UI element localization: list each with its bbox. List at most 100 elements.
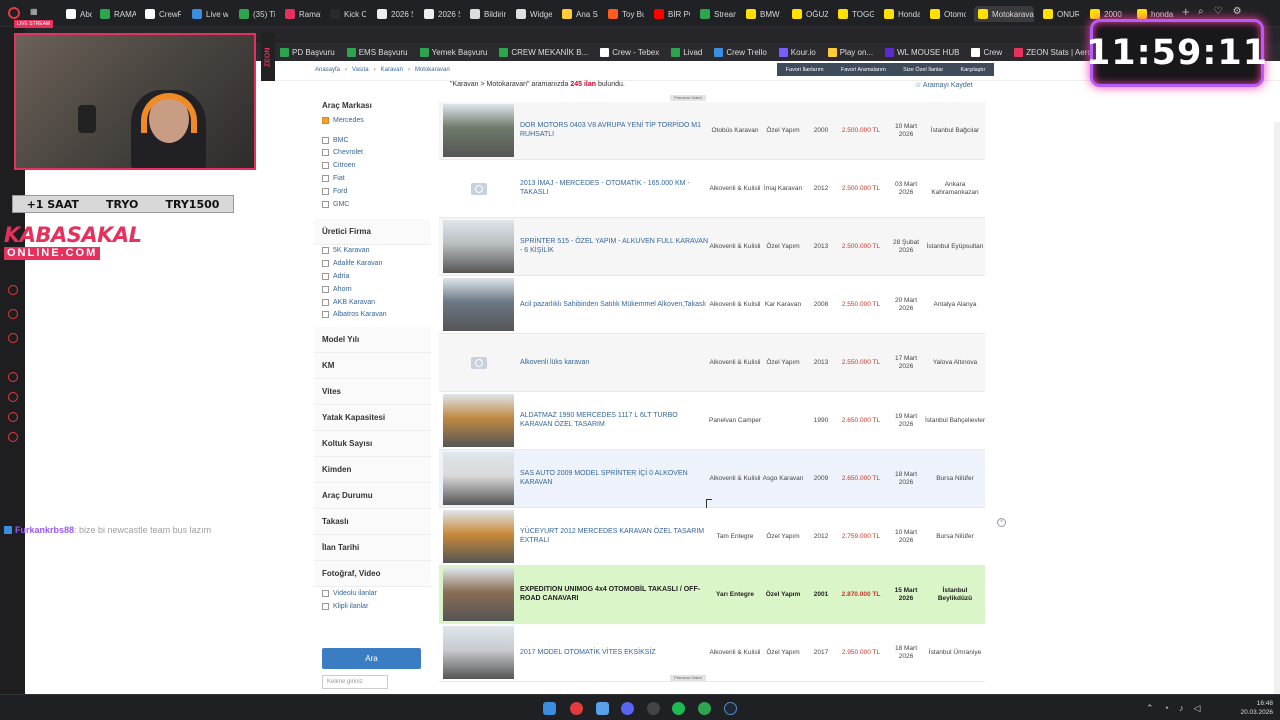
filter-brand-option[interactable]: Chevrolet xyxy=(314,147,431,160)
browser-tab[interactable]: Abone xyxy=(66,6,92,22)
obs-icon[interactable] xyxy=(647,702,660,715)
browser-tab[interactable]: CrewR xyxy=(145,6,181,22)
filter-section-head[interactable]: İlan Tarihi xyxy=(314,535,431,562)
listing-thumbnail[interactable] xyxy=(443,452,514,505)
filter-photo-option[interactable]: Videolu ilanlar xyxy=(314,587,431,600)
bookmark-item[interactable]: Kour.io xyxy=(778,47,816,57)
bookmark-item[interactable]: Play on... xyxy=(827,47,873,57)
xbox-icon[interactable] xyxy=(698,702,711,715)
nav-favorite-listings[interactable]: Favori İlanlarım xyxy=(786,67,824,73)
listing-row[interactable]: 2013 İMAJ - MERCEDES - OTOMATİK - 165.00… xyxy=(439,160,985,218)
filter-brand-head[interactable]: Araç Markası xyxy=(314,96,431,114)
start-icon[interactable] xyxy=(543,702,556,715)
browser-tab[interactable]: Motokaravan xyxy=(974,6,1034,22)
checkbox-icon[interactable] xyxy=(322,311,329,319)
bookmark-item[interactable]: Crew Trello xyxy=(714,47,767,57)
checkbox-icon[interactable] xyxy=(322,175,329,183)
listing-title[interactable]: Acil pazarlıklı Sahibinden Satılık Mükem… xyxy=(520,276,710,334)
system-clock[interactable]: 16:48 20.03.2026 xyxy=(1233,699,1273,717)
listing-row[interactable]: SPRİNTER 515 - ÖZEL YAPIM - ALKUVEN FULL… xyxy=(439,218,985,276)
opera-logo-icon[interactable] xyxy=(8,7,20,19)
filter-brand-option[interactable]: BMC xyxy=(314,134,431,147)
filter-producer-head[interactable]: Üretici Firma xyxy=(314,218,431,245)
checkbox-icon[interactable] xyxy=(322,273,329,281)
page-scrollbar[interactable] xyxy=(1274,122,1280,694)
breadcrumb-vasita[interactable]: Vasıta xyxy=(352,67,369,73)
save-search-link[interactable]: ☆ Aramayı Kaydet xyxy=(915,81,973,89)
checkbox-icon[interactable] xyxy=(322,116,329,124)
filter-brand-option[interactable]: Citroen xyxy=(314,159,431,172)
listing-thumbnail[interactable] xyxy=(443,278,514,331)
tray-chevron-icon[interactable]: ⌃ xyxy=(1146,703,1154,714)
filter-producer-option[interactable]: Albatros Karavan xyxy=(314,309,431,322)
filter-photo-head[interactable]: Fotoğraf, Video xyxy=(314,561,431,588)
filter-section-head[interactable]: Takaslı xyxy=(314,509,431,536)
nav-special-listings[interactable]: Size Özel İlanlar xyxy=(903,67,943,73)
browser-tab[interactable]: 2026 S xyxy=(377,6,413,22)
extensions-icon[interactable]: ⚙ xyxy=(1233,6,1242,17)
browser-tab[interactable]: Toy Bu xyxy=(608,6,644,22)
opera-taskbar-icon[interactable] xyxy=(570,702,583,715)
browser-tab[interactable]: Widge xyxy=(516,6,552,22)
filter-producer-option[interactable]: AKB Karavan xyxy=(314,296,431,309)
mic-tray-icon[interactable]: ♪ xyxy=(1179,703,1184,714)
close-ad-icon[interactable]: × xyxy=(997,518,1006,527)
filter-section-head[interactable]: Araç Durumu xyxy=(314,483,431,510)
listing-row[interactable]: ALDATMAZ 1990 MERCEDES 1117 L 6LT TURBO … xyxy=(439,392,985,450)
favorites-icon[interactable]: ♡ xyxy=(1214,6,1223,17)
listing-row[interactable]: 2017 MODEL OTOMATİK VİTES EKSİKSİZ Alkove… xyxy=(439,624,985,682)
downloads-icon[interactable] xyxy=(8,412,18,422)
browser-tab[interactable]: OĞUZ xyxy=(792,6,828,22)
settings-icon[interactable] xyxy=(8,432,18,442)
bookmark-item[interactable]: Crew - Tebex xyxy=(600,47,659,57)
checkbox-icon[interactable] xyxy=(322,285,329,293)
browser-tab[interactable]: Live w xyxy=(192,6,228,22)
checkbox-icon[interactable] xyxy=(322,162,329,170)
listing-title[interactable]: ALDATMAZ 1990 MERCEDES 1117 L 6LT TURBO … xyxy=(520,392,710,450)
listing-thumbnail[interactable] xyxy=(443,220,514,273)
tab-overview-icon[interactable]: ▦ xyxy=(30,7,50,19)
bookmark-item[interactable]: Livad xyxy=(671,47,702,57)
filter-section-head[interactable]: Model Yılı xyxy=(314,327,431,354)
listing-thumbnail[interactable] xyxy=(443,568,514,621)
checkbox-icon[interactable] xyxy=(322,603,329,611)
browser-tab[interactable]: Bildirir xyxy=(470,6,506,22)
listing-title[interactable]: YÜCEYURT 2012 MERCEDES KARAVAN ÖZEL TASA… xyxy=(520,508,710,566)
clock-icon[interactable] xyxy=(8,392,18,402)
nav-compare[interactable]: Karşılaştır xyxy=(961,67,986,73)
listing-title[interactable]: SAS AUTO 2009 MODEL SPRİNTER İÇİ 0 ALKOV… xyxy=(520,450,710,508)
checkbox-icon[interactable] xyxy=(322,247,329,255)
browser-tab[interactable]: Stream xyxy=(700,6,736,22)
listing-no-photo[interactable] xyxy=(443,336,514,389)
steam-icon[interactable] xyxy=(724,702,737,715)
search-tabs-icon[interactable]: ⌕ xyxy=(1198,6,1204,17)
listing-thumbnail[interactable] xyxy=(443,510,514,563)
browser-tab[interactable]: Kick C xyxy=(330,6,366,22)
checkbox-icon[interactable] xyxy=(322,298,329,306)
spotify-icon[interactable] xyxy=(672,702,685,715)
checkbox-icon[interactable] xyxy=(322,149,329,157)
filter-brand-option[interactable]: GMC xyxy=(314,198,431,211)
browser-tab[interactable]: Ramat xyxy=(285,6,321,22)
browser-tab[interactable]: (35) Ti xyxy=(239,6,275,22)
checkbox-icon[interactable] xyxy=(322,590,329,598)
filter-brand-option[interactable]: Mercedes xyxy=(314,114,431,127)
volume-icon[interactable]: ◁ xyxy=(1193,703,1200,714)
listing-row[interactable]: SAS AUTO 2009 MODEL SPRİNTER İÇİ 0 ALKOV… xyxy=(439,450,985,508)
listing-title[interactable]: 2017 MODEL OTOMATİK VİTES EKSİKSİZ xyxy=(520,624,710,682)
explorer-icon[interactable] xyxy=(596,702,609,715)
filter-section-head[interactable]: KM xyxy=(314,353,431,380)
listing-thumbnail[interactable] xyxy=(443,394,514,447)
filter-photo-option[interactable]: Klipli ilanlar xyxy=(314,600,431,613)
filter-producer-option[interactable]: Adria xyxy=(314,270,431,283)
listing-thumbnail[interactable] xyxy=(443,626,514,679)
whatsapp-icon[interactable] xyxy=(8,333,18,343)
checkbox-icon[interactable] xyxy=(322,260,329,268)
browser-tab[interactable]: 2026 S xyxy=(424,6,460,22)
instagram-icon[interactable] xyxy=(8,309,18,319)
filter-producer-option[interactable]: Ahorn xyxy=(314,283,431,296)
keyword-input[interactable]: Kelime giriniz xyxy=(322,675,388,689)
filter-producer-option[interactable]: 5K Karavan xyxy=(314,245,431,258)
browser-tab[interactable]: BİR PO xyxy=(654,6,690,22)
filter-section-head[interactable]: Koltuk Sayısı xyxy=(314,431,431,458)
